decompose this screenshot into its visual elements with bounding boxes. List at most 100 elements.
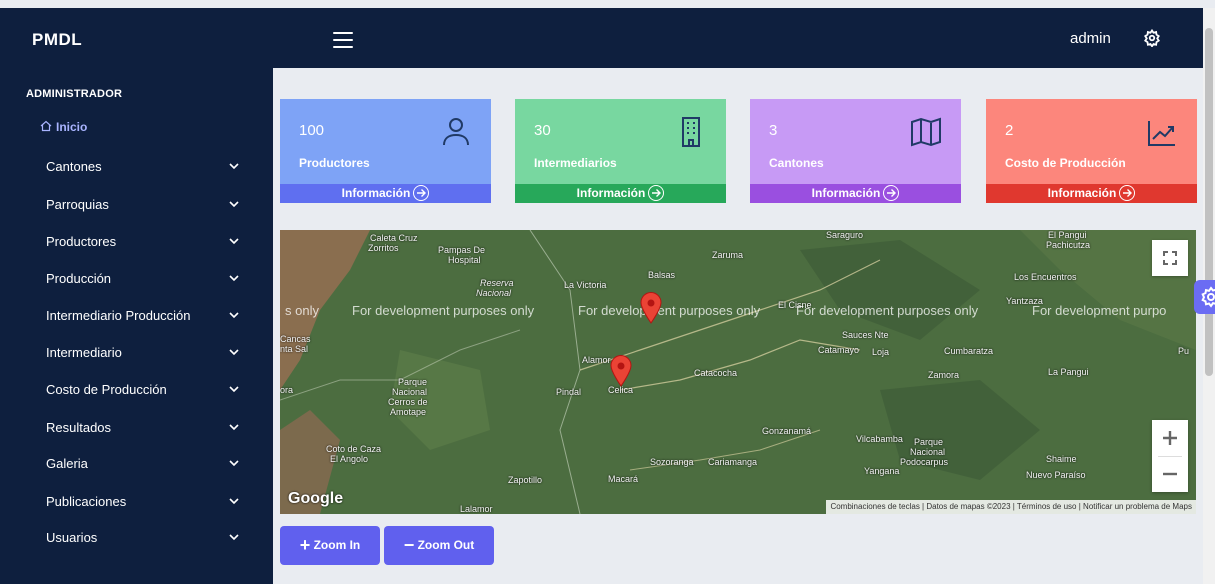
stat-value: 3: [769, 122, 778, 139]
map-watermark: For development purpo: [1032, 303, 1167, 318]
zoom-out-label: Zoom Out: [417, 538, 475, 552]
map-watermark: For development purposes only: [578, 303, 761, 318]
stat-card: 30 Intermediarios Información: [515, 99, 726, 203]
user-name[interactable]: admin: [1070, 30, 1111, 47]
minus-icon: −: [403, 535, 415, 555]
hamburger-menu-icon[interactable]: [333, 32, 353, 48]
plus-icon: +: [299, 535, 311, 555]
sidebar: ADMINISTRADOR Inicio Cantones Parroquias P…: [0, 68, 273, 584]
sidebar-item-11[interactable]: Usuarios: [0, 519, 273, 556]
arrow-right-circle-icon: [648, 185, 665, 201]
zoom-out-button[interactable]: − Zoom Out: [384, 526, 494, 565]
chevron-down-icon: [229, 386, 239, 393]
info-link[interactable]: Información: [986, 184, 1197, 203]
stat-value: 30: [534, 122, 551, 139]
sidebar-item-5[interactable]: Intermediario Producción: [0, 297, 273, 334]
building-icon: [674, 115, 708, 149]
chart-line-icon: [1145, 115, 1179, 149]
sidebar-section-title: ADMINISTRADOR: [26, 88, 123, 100]
user-icon: [439, 115, 473, 149]
sidebar-item-label: Inicio: [56, 120, 88, 134]
stat-label: Costo de Producción: [1005, 156, 1126, 170]
sidebar-item-1[interactable]: Cantones: [0, 148, 273, 185]
stat-value: 100: [299, 122, 325, 139]
report-problem-link[interactable]: Notificar un problema de Maps: [1083, 502, 1192, 511]
arrow-right-circle-icon: [413, 185, 430, 201]
sidebar-item-6[interactable]: Intermediario: [0, 334, 273, 371]
chevron-down-icon: [229, 238, 239, 245]
sidebar-item-2[interactable]: Parroquias: [0, 186, 273, 223]
chevron-down-icon: [229, 460, 239, 467]
map-zoom-out-button[interactable]: [1152, 456, 1188, 492]
sidebar-item-10[interactable]: Publicaciones: [0, 483, 273, 520]
chevron-down-icon: [229, 424, 239, 431]
sidebar-item-label: Resultados: [46, 420, 112, 435]
sidebar-item-9[interactable]: Galeria: [0, 445, 273, 482]
sidebar-item-label: Costo de Producción: [46, 382, 167, 397]
info-link-label: Información: [576, 186, 646, 200]
keyboard-shortcuts-link[interactable]: Combinaciones de teclas: [830, 502, 919, 511]
fullscreen-icon: [1163, 251, 1177, 265]
info-link[interactable]: Información: [750, 184, 961, 203]
sidebar-item-label: Publicaciones: [46, 494, 127, 509]
sidebar-item-label: Productores: [46, 234, 117, 249]
plus-icon: [1163, 431, 1177, 445]
stat-label: Intermediarios: [534, 156, 617, 170]
map-view[interactable]: Caleta Cruz Zorritos Pampas De Hospital …: [280, 230, 1196, 514]
sidebar-item-label: Intermediario: [46, 345, 122, 360]
sidebar-item-label: Usuarios: [46, 530, 98, 545]
sidebar-item-inicio[interactable]: Inicio: [0, 116, 273, 138]
map-zoom-control: [1152, 420, 1188, 492]
stat-card: 3 Cantones Información: [750, 99, 961, 203]
scrollbar-thumb[interactable]: [1205, 28, 1213, 376]
sidebar-item-7[interactable]: Costo de Producción: [0, 371, 273, 408]
settings-fab-button[interactable]: [1194, 280, 1215, 314]
sidebar-item-label: Producción: [46, 271, 112, 286]
zoom-in-button[interactable]: + Zoom In: [280, 526, 380, 565]
stat-label: Cantones: [769, 156, 824, 170]
home-icon: [40, 120, 52, 132]
map-icon: [909, 115, 943, 149]
map-zoom-in-button[interactable]: [1152, 420, 1188, 456]
stat-label: Productores: [299, 156, 370, 170]
minus-icon: [1163, 472, 1177, 476]
map-marker-icon[interactable]: [610, 355, 632, 387]
stat-value: 2: [1005, 122, 1014, 139]
sidebar-item-label: Cantones: [46, 159, 102, 174]
top-navbar: PMDL admin: [0, 8, 1203, 68]
info-link-label: Información: [341, 186, 411, 200]
chevron-down-icon: [229, 349, 239, 356]
info-link-label: Información: [1047, 186, 1117, 200]
fullscreen-button[interactable]: [1152, 240, 1188, 276]
info-link-label: Información: [811, 186, 881, 200]
map-watermark: s only: [285, 303, 319, 318]
map-watermark: For development purposes only: [796, 303, 979, 318]
chevron-down-icon: [229, 275, 239, 282]
info-link[interactable]: Información: [280, 184, 491, 203]
zoom-in-label: Zoom In: [313, 538, 361, 552]
sidebar-item-3[interactable]: Productores: [0, 223, 273, 260]
arrow-right-circle-icon: [883, 185, 900, 201]
chevron-down-icon: [229, 312, 239, 319]
gear-icon: [1201, 286, 1215, 308]
brand-logo[interactable]: PMDL: [32, 30, 82, 50]
info-link[interactable]: Información: [515, 184, 726, 203]
chevron-down-icon: [229, 163, 239, 170]
chevron-down-icon: [229, 498, 239, 505]
gear-icon[interactable]: [1143, 29, 1161, 47]
stat-card: 100 Productores Información: [280, 99, 491, 203]
terms-link[interactable]: Términos de uso: [1017, 502, 1077, 511]
google-logo[interactable]: Google: [288, 490, 343, 508]
arrow-right-circle-icon: [1119, 185, 1136, 201]
chevron-down-icon: [229, 534, 239, 541]
map-marker-icon[interactable]: [640, 292, 662, 324]
sidebar-item-label: Intermediario Producción: [46, 308, 191, 323]
sidebar-item-4[interactable]: Producción: [0, 260, 273, 297]
chevron-down-icon: [229, 201, 239, 208]
map-watermark: For development purposes only: [352, 303, 535, 318]
stat-card: 2 Costo de Producción Información: [986, 99, 1197, 203]
sidebar-item-8[interactable]: Resultados: [0, 409, 273, 446]
map-data-credit: Datos de mapas ©2023: [926, 502, 1011, 511]
map-attribution: Combinaciones de teclas | Datos de mapas…: [826, 500, 1196, 514]
sidebar-item-label: Parroquias: [46, 197, 109, 212]
